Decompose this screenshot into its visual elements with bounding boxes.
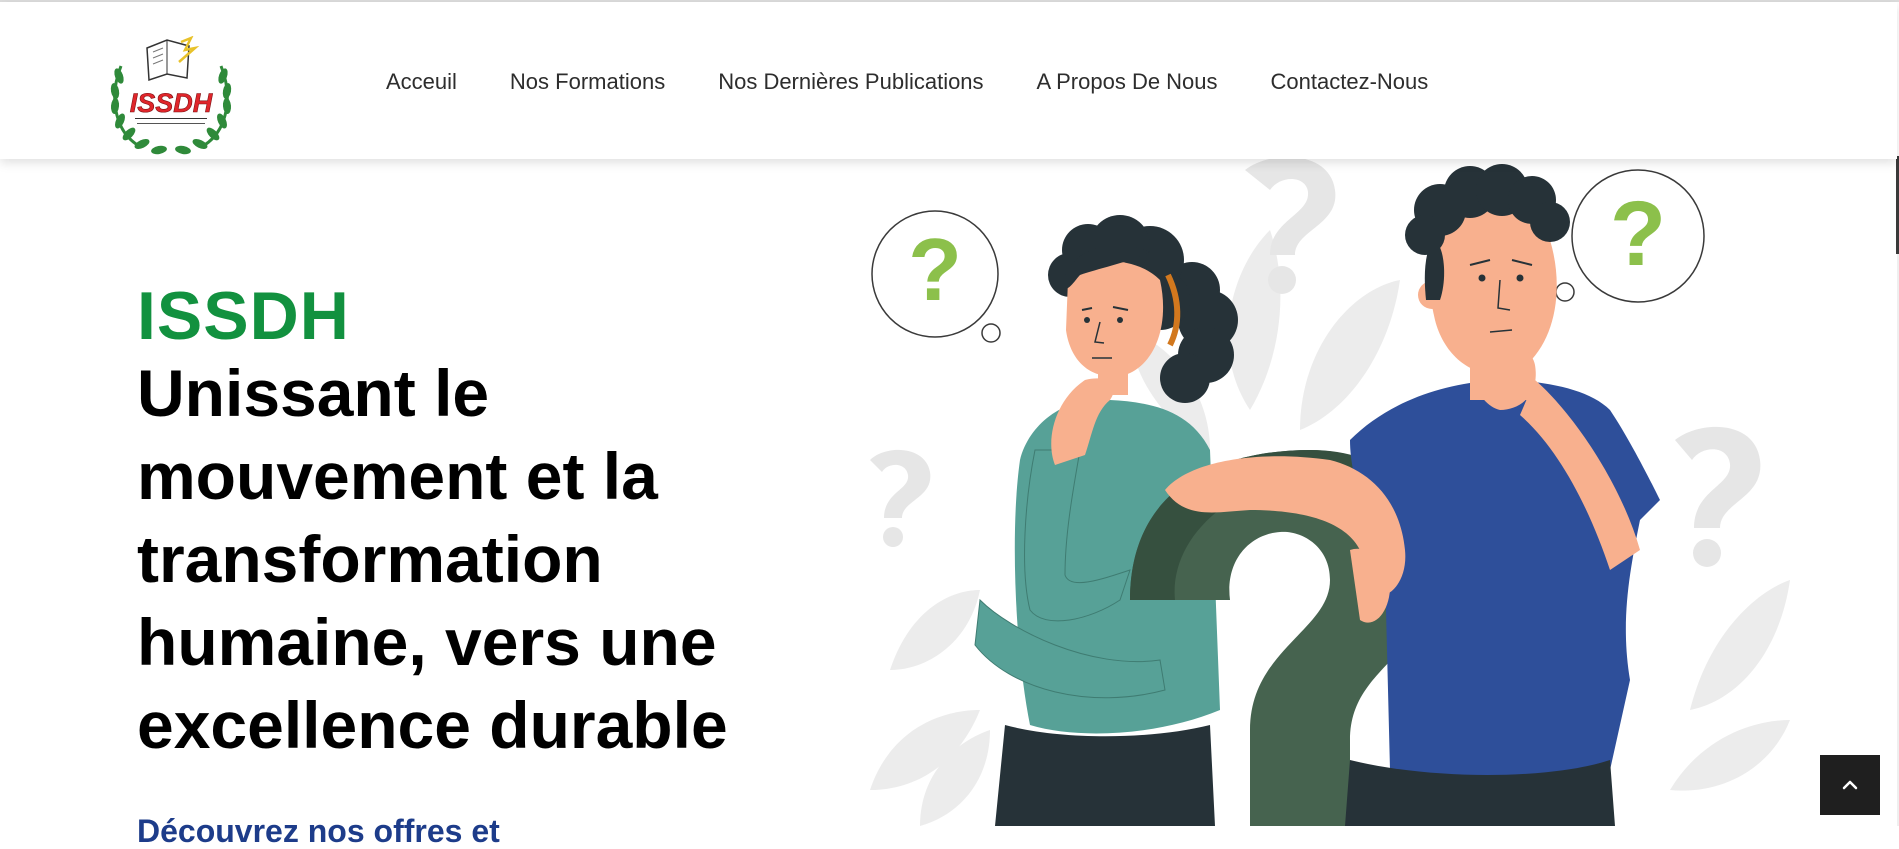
chevron-up-icon — [1842, 780, 1858, 790]
back-to-top-button[interactable] — [1820, 755, 1880, 815]
thought-bubble-left: ? — [871, 210, 1001, 343]
hero-headline: Unissant le mouvement et la transformati… — [137, 356, 728, 762]
hero-section: ISSDH Unissant le mouvement et la transf… — [137, 280, 857, 767]
open-book-icon — [146, 36, 200, 82]
hero-brand: ISSDH — [137, 278, 350, 354]
nav-item-acceuil[interactable]: Acceuil — [386, 68, 457, 96]
nav-item-nos-formations[interactable]: Nos Formations — [510, 68, 665, 96]
hero-illustration: ? ? — [870, 156, 1790, 826]
thought-bubble-right: ? — [1555, 169, 1705, 303]
main-nav: Acceuil Nos Formations Nos Dernières Pub… — [386, 68, 1481, 96]
site-header: ISSDH Acceuil Nos Formations Nos Dernièr… — [0, 2, 1897, 159]
issdh-logo[interactable]: ISSDH — [109, 36, 233, 156]
hero-subheading: Découvrez nos offres et — [137, 813, 500, 849]
question-mark-right: ? — [1610, 183, 1666, 285]
question-mark-left: ? — [908, 220, 962, 319]
logo-text: ISSDH — [130, 88, 213, 118]
nav-item-a-propos[interactable]: A Propos De Nous — [1037, 68, 1218, 96]
nav-item-publications[interactable]: Nos Dernières Publications — [718, 68, 983, 96]
nav-item-contact[interactable]: Contactez-Nous — [1271, 68, 1429, 96]
